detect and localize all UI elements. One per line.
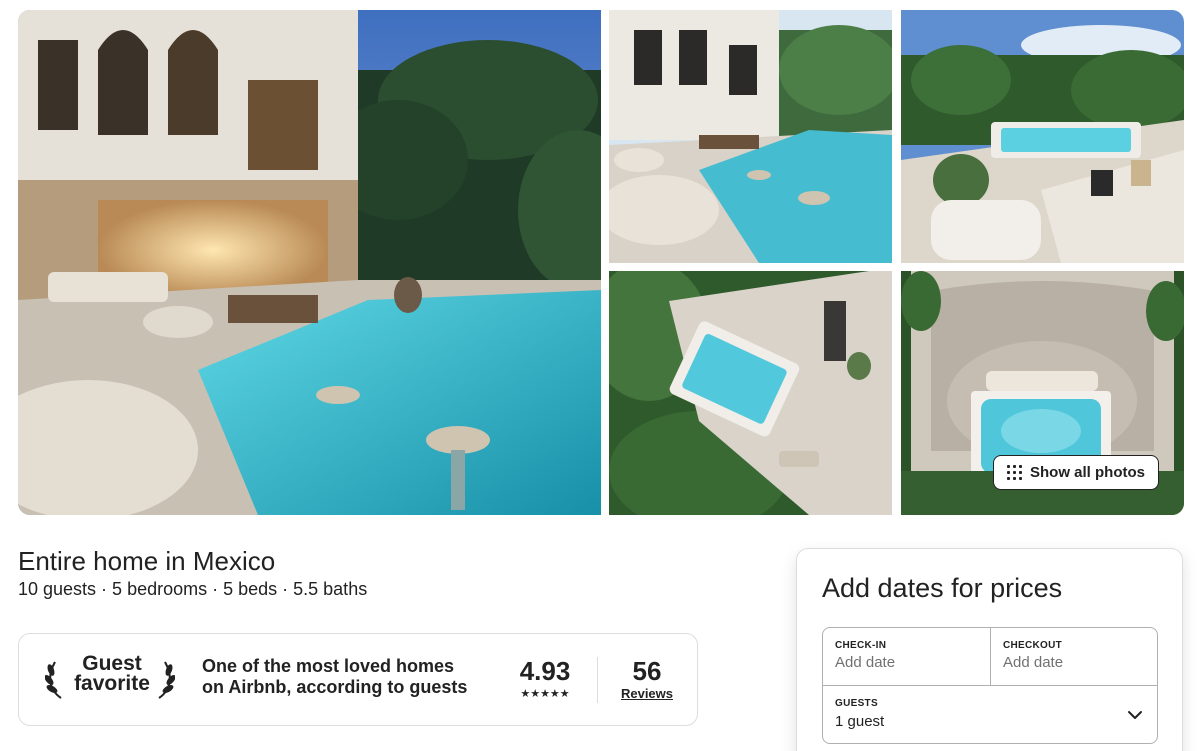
guest-favorite-description: One of the most loved homes on Airbnb, a… [202, 656, 468, 697]
checkout-field[interactable]: CHECKOUT Add date [991, 628, 1157, 686]
rating-value: 4.93 [519, 656, 571, 686]
listing-title: Entire home in Mexico [18, 546, 276, 576]
booking-card: Add dates for prices CHECK-IN Add date C… [796, 548, 1183, 751]
laurel-right-icon [158, 661, 175, 699]
checkin-label: CHECK-IN [835, 640, 887, 651]
guests-field[interactable]: GUESTS 1 guest [823, 686, 1157, 743]
badge-line-2: favorite [74, 672, 150, 695]
reviews-count: 56 [632, 656, 662, 686]
chevron-down-icon[interactable] [1127, 707, 1143, 723]
listing-subtitle: 10 guests · 5 bedrooms · 5 beds · 5.5 ba… [18, 579, 368, 599]
photo-rooftop-jacuzzi[interactable] [901, 10, 1184, 263]
photo-pool-terrace[interactable] [609, 10, 892, 263]
photo-main[interactable] [18, 10, 601, 515]
star-rating-icon: ★★★★★ [520, 688, 570, 700]
laurel-left-icon [45, 661, 62, 699]
show-all-photos-button[interactable]: Show all photos [993, 455, 1159, 490]
checkin-value: Add date [835, 654, 896, 671]
checkin-field[interactable]: CHECK-IN Add date [823, 628, 991, 686]
photo-aerial-jacuzzi[interactable] [609, 271, 892, 515]
listing-page: Show all photos Entire home in Mexico 10… [0, 0, 1200, 751]
guest-favorite-card[interactable]: Guest favorite One of the most loved hom… [18, 633, 698, 726]
checkout-value: Add date [1003, 654, 1064, 671]
checkout-label: CHECKOUT [1003, 640, 1063, 651]
badge-line-1: Guest [82, 652, 142, 675]
reviews-link[interactable]: Reviews [617, 686, 677, 701]
grid-icon [1007, 465, 1022, 480]
date-guest-picker: CHECK-IN Add date CHECKOUT Add date GUES… [822, 627, 1158, 744]
divider [597, 657, 598, 703]
photo-gallery: Show all photos [18, 10, 1184, 515]
guests-label: GUESTS [835, 698, 878, 709]
guests-value: 1 guest [835, 713, 885, 730]
guest-favorite-badge: Guest favorite [71, 652, 153, 695]
show-all-photos-label: Show all photos [1030, 464, 1145, 481]
booking-title: Add dates for prices [822, 573, 1063, 603]
